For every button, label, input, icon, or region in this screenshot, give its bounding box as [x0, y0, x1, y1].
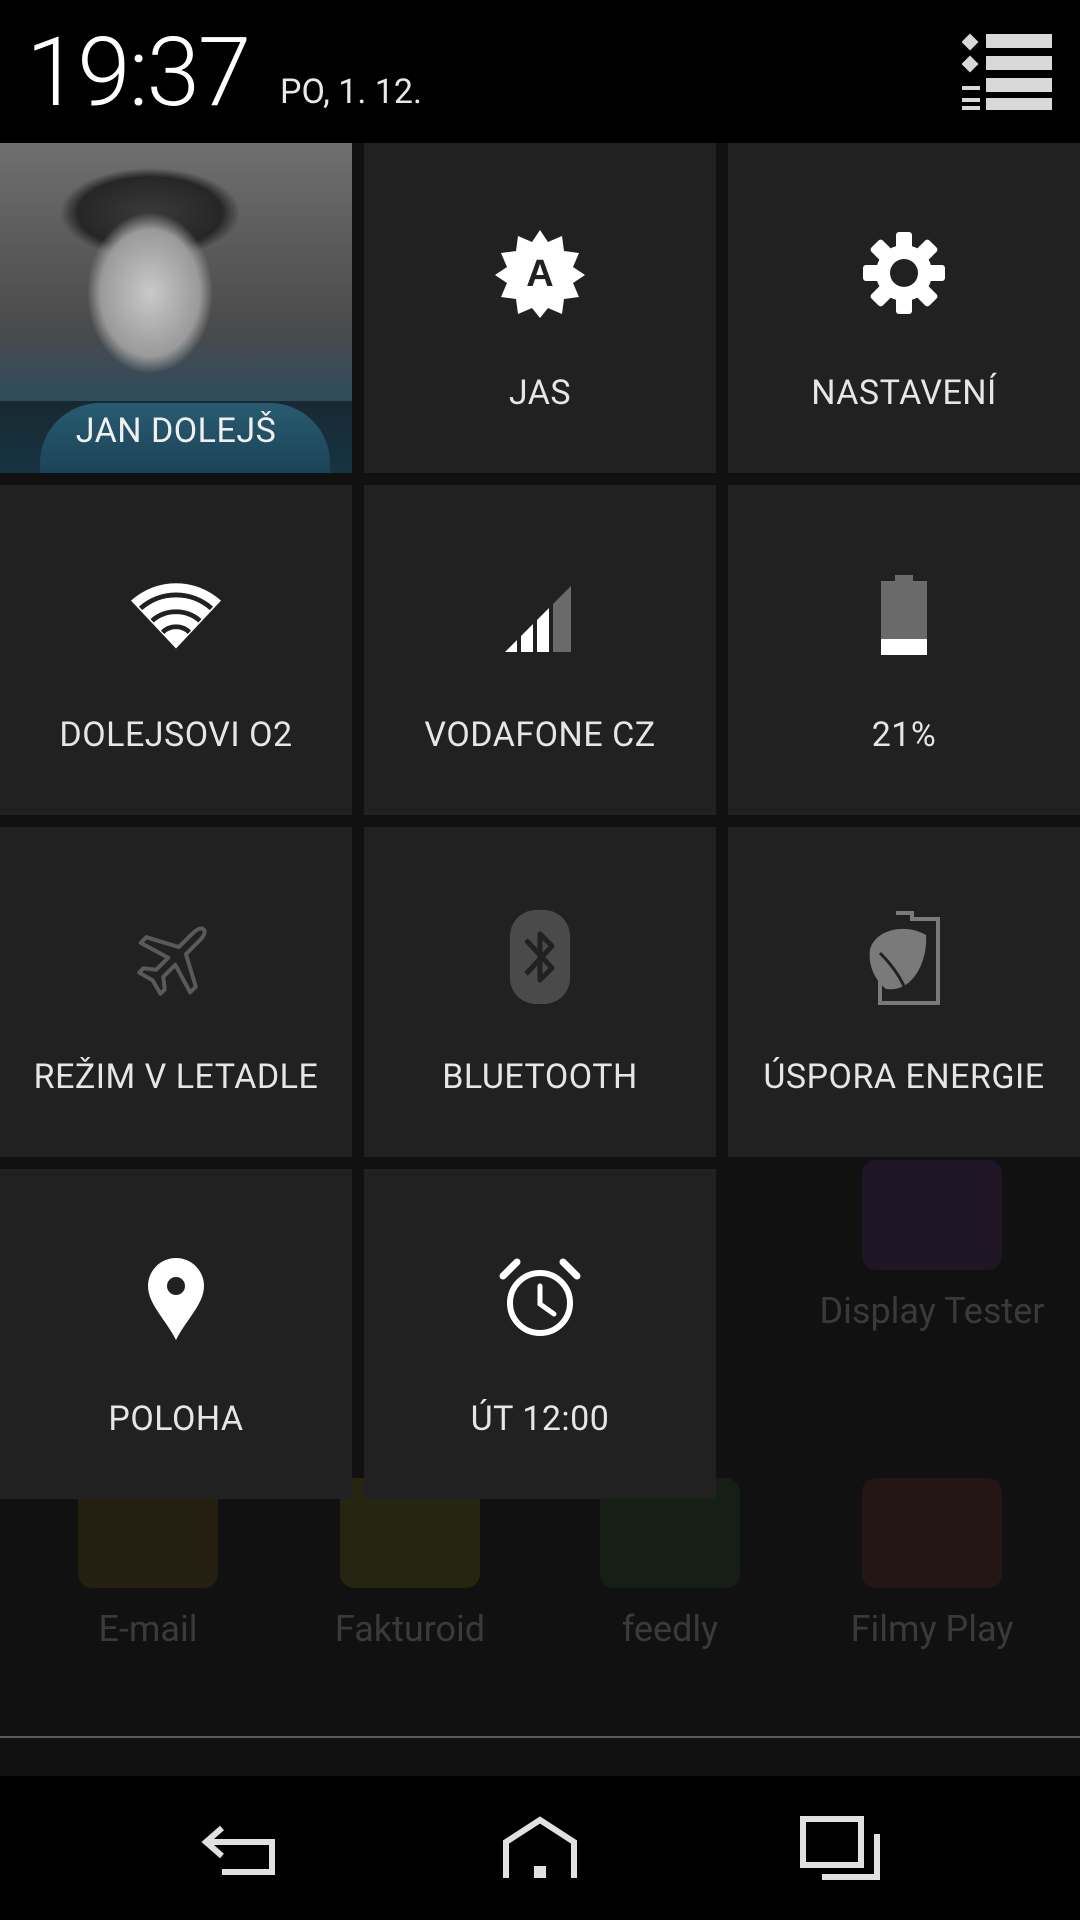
- tile-battery-label: 21%: [871, 715, 937, 755]
- back-icon: [201, 1825, 275, 1875]
- tile-airplane-mode[interactable]: REŽIM V LETADLE: [0, 827, 352, 1157]
- panel-divider: [0, 1736, 1080, 1738]
- tile-user-label: JAN DOLEJŠ: [75, 411, 277, 451]
- tile-battery[interactable]: 21%: [728, 485, 1080, 815]
- background-app: feedly: [550, 1478, 790, 1650]
- brightness-auto-icon: A: [495, 228, 585, 318]
- location-pin-icon: [131, 1254, 221, 1344]
- tile-location[interactable]: POLOHA: [0, 1169, 352, 1499]
- tile-user[interactable]: JAN DOLEJŠ: [0, 143, 352, 473]
- tile-power-saver-label: ÚSPORA ENERGIE: [763, 1057, 1045, 1097]
- list-icon: [961, 33, 1052, 110]
- tile-alarm-label: ÚT 12:00: [470, 1399, 610, 1439]
- tile-location-label: POLOHA: [108, 1399, 244, 1439]
- background-app: E-mail: [28, 1478, 268, 1650]
- tile-wifi-label: DOLEJSOVI O2: [59, 715, 293, 755]
- recents-button[interactable]: [780, 1798, 900, 1898]
- alarm-clock-icon: [495, 1254, 585, 1344]
- bluetooth-icon: [495, 910, 585, 1004]
- tile-alarm[interactable]: ÚT 12:00: [364, 1169, 716, 1499]
- tile-airplane-mode-label: REŽIM V LETADLE: [33, 1057, 319, 1097]
- navigation-bar: [0, 1776, 1080, 1920]
- leaf-battery-icon: [859, 911, 949, 1005]
- background-app: Fakturoid: [290, 1478, 530, 1650]
- svg-text:A: A: [526, 253, 553, 295]
- clock[interactable]: 19:37: [26, 18, 251, 128]
- tile-settings-label: NASTAVENÍ: [811, 373, 997, 413]
- notifications-list-button[interactable]: [961, 32, 1054, 112]
- tile-bluetooth[interactable]: BLUETOOTH: [364, 827, 716, 1157]
- home-button[interactable]: [480, 1798, 600, 1898]
- gear-icon: [859, 228, 949, 318]
- date[interactable]: PO, 1. 12.: [280, 72, 422, 112]
- tile-mobile-network[interactable]: VODAFONE CZ: [364, 485, 716, 815]
- wifi-icon: [131, 570, 221, 660]
- home-icon: [503, 1816, 577, 1878]
- airplane-icon: [131, 912, 221, 1002]
- quick-settings-grid: JAN DOLEJŠ A JAS NASTAVENÍ DOLEJSOVI O2 …: [0, 143, 1080, 1499]
- tile-mobile-network-label: VODAFONE CZ: [424, 715, 656, 755]
- tile-power-saver[interactable]: ÚSPORA ENERGIE: [728, 827, 1080, 1157]
- tile-brightness[interactable]: A JAS: [364, 143, 716, 473]
- tile-settings[interactable]: NASTAVENÍ: [728, 143, 1080, 473]
- quick-settings-header: 19:37 PO, 1. 12.: [0, 0, 1080, 143]
- battery-icon: [859, 570, 949, 660]
- back-button[interactable]: [180, 1798, 300, 1898]
- background-app: Filmy Play: [812, 1478, 1052, 1650]
- tile-brightness-label: JAS: [508, 373, 572, 413]
- tile-bluetooth-label: BLUETOOTH: [442, 1057, 638, 1097]
- tile-wifi[interactable]: DOLEJSOVI O2: [0, 485, 352, 815]
- signal-icon: [495, 570, 585, 660]
- recents-icon: [800, 1816, 880, 1880]
